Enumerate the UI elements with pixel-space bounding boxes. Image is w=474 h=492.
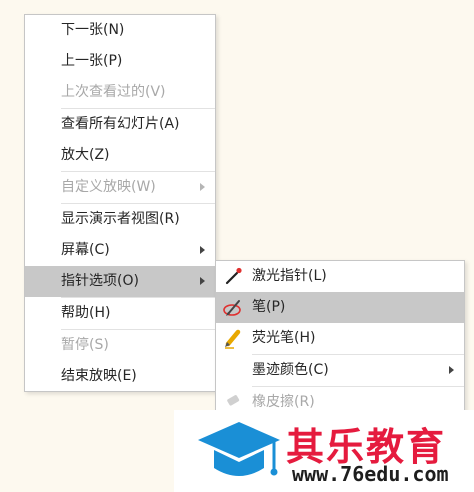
- submenu-arrow-icon: [449, 366, 454, 374]
- menu-item-last-viewed: 上次查看过的(V): [61, 84, 166, 100]
- context-menu: 下一张(N) 上一张(P) 上次查看过的(V) 查看所有幻灯片(A) 放大(Z)…: [24, 14, 216, 392]
- graduation-cap-icon: [198, 422, 280, 476]
- submenu-arrow-icon: [200, 246, 205, 254]
- menu-item-zoom[interactable]: 放大(Z): [25, 140, 215, 171]
- submenu-item-ink-color[interactable]: 墨迹颜色(C): [216, 355, 464, 386]
- pointer-options-submenu: 激光指针(L) 笔(P) 荧光笔(H) 墨迹颜色(C) 橡皮擦(R): [215, 260, 465, 420]
- highlighter-icon: [225, 329, 241, 349]
- submenu-item-laser-pointer[interactable]: 激光指针(L): [216, 261, 464, 292]
- menu-item-pointer-options[interactable]: 指针选项(O): [25, 266, 215, 297]
- menu-item-pause: 暂停(S): [61, 337, 109, 353]
- brand-url: www.76edu.com: [292, 462, 449, 486]
- submenu-arrow-icon: [200, 277, 205, 285]
- menu-item-end-show[interactable]: 结束放映(E): [25, 361, 215, 392]
- pen-icon: [223, 300, 241, 316]
- submenu-item-highlighter[interactable]: 荧光笔(H): [216, 323, 464, 354]
- menu-item-help[interactable]: 帮助(H): [25, 298, 215, 329]
- laser-pointer-icon: [225, 267, 242, 285]
- menu-item-previous[interactable]: 上一张(P): [25, 46, 215, 77]
- menu-item-presenter-view[interactable]: 显示演示者视图(R): [25, 204, 215, 235]
- menu-item-see-all-slides[interactable]: 查看所有幻灯片(A): [25, 109, 215, 140]
- menu-item-next[interactable]: 下一张(N): [25, 15, 215, 46]
- submenu-arrow-icon: [200, 183, 205, 191]
- watermark-logo: 其乐教育 www.76edu.com: [174, 410, 474, 492]
- submenu-item-pen[interactable]: 笔(P): [216, 292, 464, 323]
- menu-item-screen[interactable]: 屏幕(C): [25, 235, 215, 266]
- menu-item-custom-show: 自定义放映(W): [25, 172, 215, 203]
